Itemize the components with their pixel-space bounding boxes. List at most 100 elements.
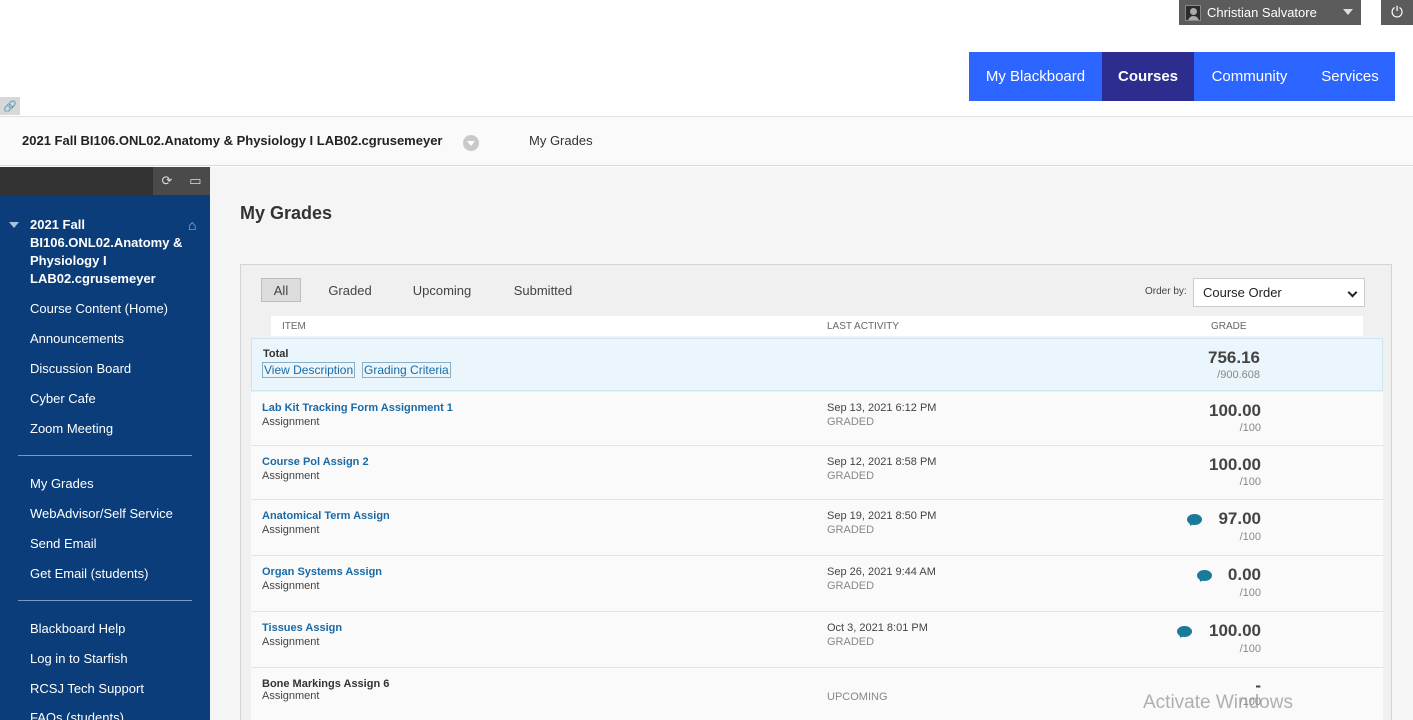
grade-score[interactable]: 100.00 [1209,455,1261,475]
page-title: My Grades [240,203,333,223]
item-title-link[interactable]: Anatomical Term Assign [262,510,390,522]
sidebar-item-get-email[interactable]: Get Email (students) [30,566,149,581]
user-name: Christian Salvatore [1207,5,1317,20]
total-score: 756.16 [1208,348,1260,367]
collapse-icon[interactable] [9,222,19,228]
activity-status: UPCOMING [827,691,888,703]
sidebar-item-webadvisor[interactable]: WebAdvisor/Self Service [30,506,173,521]
activity-status: GRADED [827,470,875,482]
sidebar-toolbar: ⟳ ▭ [0,167,210,195]
column-item: ITEM [282,321,306,332]
course-menu: 2021 Fall BI106.ONL02.Anatomy & Physiolo… [0,195,210,720]
user-menu[interactable]: Christian Salvatore [1179,0,1361,25]
sidebar-item-faqs[interactable]: FAQs (students) [30,710,124,720]
table-row: Organ Systems Assign Assignment Sep 26, … [251,556,1383,612]
order-by-value: Course Order [1203,285,1282,300]
top-header: Christian Salvatore ⏻ My Blackboard Cour… [0,0,1413,116]
sidebar-item-starfish[interactable]: Log in to Starfish [30,651,128,666]
breadcrumb-current-page: My Grades [529,133,593,148]
sidebar-item-cyber-cafe[interactable]: Cyber Cafe [30,391,96,406]
filter-graded[interactable]: Graded [317,278,383,302]
grade-max: /100 [1239,531,1261,543]
chevron-down-icon [1343,9,1353,15]
grade-score[interactable]: 100.00 [1209,401,1261,421]
item-type: Assignment [262,636,320,648]
activity-date: Sep 12, 2021 8:58 PM [827,456,937,468]
grade-score[interactable]: 97.00 [1218,509,1261,529]
filter-upcoming[interactable]: Upcoming [401,278,483,302]
item-title-link[interactable]: Organ Systems Assign [262,566,382,578]
grade-max: /100 [1239,476,1261,488]
table-row: Anatomical Term Assign Assignment Sep 19… [251,500,1383,556]
sidebar-item-course-content[interactable]: Course Content (Home) [30,301,168,316]
sidebar-item-zoom-meeting[interactable]: Zoom Meeting [30,421,113,436]
grading-criteria-link[interactable]: Grading Criteria [362,362,451,378]
grade-score[interactable]: 0.00 [1228,565,1261,585]
total-max: /900.608 [1217,369,1260,381]
folder-icon[interactable]: ▭ [189,173,201,189]
tab-community[interactable]: Community [1194,52,1305,101]
sidebar-item-send-email[interactable]: Send Email [30,536,96,551]
item-type: Assignment [262,690,320,702]
grade-max: /100 [1239,587,1261,599]
table-row: Course Pol Assign 2 Assignment Sep 12, 2… [251,446,1383,500]
sidebar-item-blackboard-help[interactable]: Blackboard Help [30,621,125,636]
activity-status: GRADED [827,636,875,648]
item-title-link[interactable]: Course Pol Assign 2 [262,456,369,468]
chevron-down-icon [1347,287,1358,298]
sidebar-item-discussion-board[interactable]: Discussion Board [30,361,131,376]
activity-date: Sep 13, 2021 6:12 PM [827,402,937,414]
column-grade: GRADE [1211,321,1247,332]
sidebar-tool-icons: ⟳ ▭ [153,167,210,195]
column-last-activity: LAST ACTIVITY [827,321,900,332]
avatar [1185,4,1201,21]
home-icon[interactable]: ⌂ [188,217,196,233]
grades-panel: All Graded Upcoming Submitted Order by: … [240,264,1392,720]
item-title-link[interactable]: Lab Kit Tracking Form Assignment 1 [262,402,453,414]
sidebar-divider [18,600,192,601]
chevron-down-icon[interactable] [463,135,479,151]
comment-icon[interactable] [1177,626,1192,637]
activity-status: GRADED [827,580,875,592]
sidebar-course-name[interactable]: 2021 Fall BI106.ONL02.Anatomy & Physiolo… [30,216,190,288]
grade-max: /100 [1239,643,1261,655]
activity-status: GRADED [827,416,875,428]
comment-icon[interactable] [1197,570,1212,581]
table-row: Lab Kit Tracking Form Assignment 1 Assig… [251,392,1383,446]
tab-my-blackboard[interactable]: My Blackboard [969,52,1102,101]
breadcrumb-course[interactable]: 2021 Fall BI106.ONL02.Anatomy & Physiolo… [22,133,443,148]
main-content: My Grades All Graded Upcoming Submitted … [210,167,1413,720]
activity-date: Sep 26, 2021 9:44 AM [827,566,936,578]
activity-date: Oct 3, 2021 8:01 PM [827,622,928,634]
main-nav: My Blackboard Courses Community Services [969,52,1395,101]
activity-date: Sep 19, 2021 8:50 PM [827,510,937,522]
sidebar-item-announcements[interactable]: Announcements [30,331,124,346]
tab-services[interactable]: Services [1305,52,1395,101]
order-by-label: Order by: [1145,286,1187,297]
activate-windows-watermark: Activate Windows [1143,692,1293,713]
link-icon[interactable]: 🔗 [0,97,20,115]
total-row: Total View Description Grading Criteria … [251,338,1383,391]
filter-all[interactable]: All [261,278,301,302]
column-headers: ITEM LAST ACTIVITY GRADE [271,316,1363,336]
sidebar-item-tech-support[interactable]: RCSJ Tech Support [30,681,144,696]
comment-icon[interactable] [1187,514,1202,525]
view-description-link[interactable]: View Description [262,362,356,378]
logout-button[interactable]: ⏻ [1381,0,1413,25]
item-type: Assignment [262,524,320,536]
item-title-link[interactable]: Tissues Assign [262,622,342,634]
grade-score[interactable]: 100.00 [1209,621,1261,641]
item-type: Assignment [262,580,320,592]
breadcrumb: 2021 Fall BI106.ONL02.Anatomy & Physiolo… [0,116,1413,166]
filter-submitted[interactable]: Submitted [501,278,585,302]
item-type: Assignment [262,416,320,428]
order-by-select[interactable]: Course Order [1193,278,1365,307]
refresh-icon[interactable]: ⟳ [161,173,172,189]
sidebar-item-my-grades[interactable]: My Grades [30,476,94,491]
tab-courses[interactable]: Courses [1102,52,1194,101]
item-title[interactable]: Bone Markings Assign 6 [262,678,389,690]
sidebar-divider [18,455,192,456]
total-label: Total [263,348,289,360]
grade-max: /100 [1239,422,1261,434]
activity-status: GRADED [827,524,875,536]
